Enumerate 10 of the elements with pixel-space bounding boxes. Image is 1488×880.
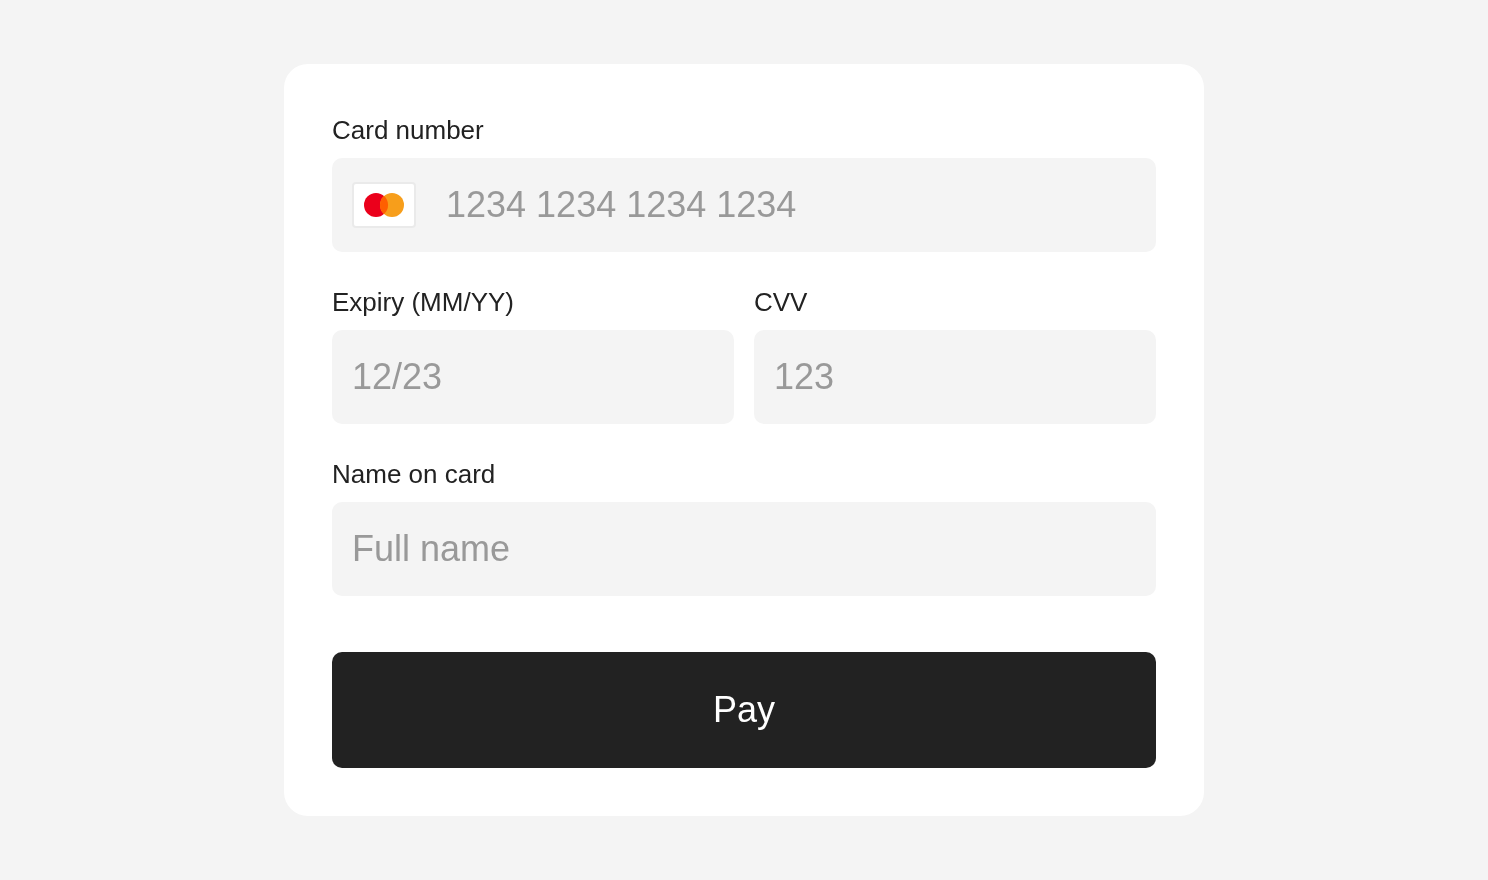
field-label: CVV [754, 286, 808, 319]
input-field[interactable]: Full name [332, 502, 1156, 596]
input-field[interactable]: 12/23 [332, 330, 734, 424]
field-label: Expiry (MM/YY) [332, 286, 514, 319]
pay-button[interactable]: Pay [332, 652, 1156, 768]
field-label: Name on card [332, 458, 496, 491]
input-field[interactable]: 123 [754, 330, 1156, 424]
field-label: Card number [332, 114, 484, 147]
input-field[interactable]: 1234 1234 1234 1234 [332, 158, 1156, 252]
card-brand-icon [352, 182, 416, 228]
